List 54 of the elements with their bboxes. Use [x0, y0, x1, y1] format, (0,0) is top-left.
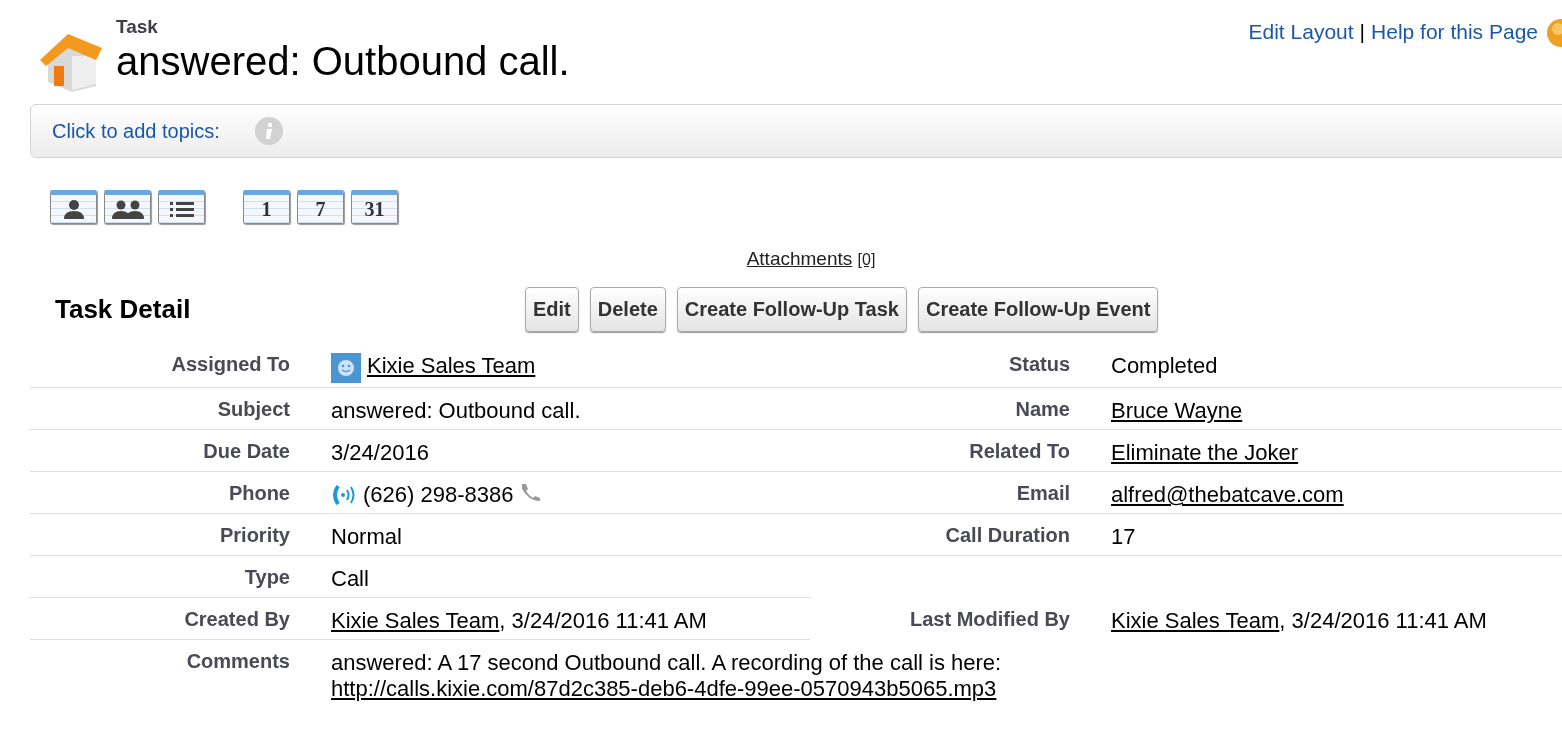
calendar-view-button[interactable]: 1 — [243, 190, 290, 224]
record-link[interactable]: Kixie Sales Team — [331, 608, 500, 633]
record-link[interactable]: alfred@thebatcave.com — [1111, 482, 1344, 508]
field-value: 3/24/2016 — [331, 440, 429, 466]
people-view-button[interactable] — [104, 190, 151, 224]
field-value: Call — [331, 566, 369, 592]
action-button[interactable]: Create Follow-Up Event — [917, 286, 1159, 332]
field-label: Status — [1007, 352, 1070, 377]
field-label: Assigned To — [170, 352, 290, 377]
field-value: Kixie Sales Team, 3/24/2016 11:41 AM — [1111, 608, 1487, 634]
person-view-button[interactable] — [50, 190, 97, 224]
field-value: answered: A 17 second Outbound call. A recording of the call is here: http://calls.kixie.com/87d2c385-deb6-4dfe-99ee-0570943b5065.mp3 — [331, 650, 1002, 701]
call-signal-icon[interactable] — [331, 482, 357, 508]
page-title: answered: Outbound call. — [116, 38, 570, 84]
field-label: Call Duration — [944, 523, 1070, 548]
attachments-link[interactable]: Attachments — [746, 248, 853, 269]
user-link[interactable]: Kixie Sales Team — [367, 353, 536, 379]
field-label: Created By — [183, 607, 290, 632]
calendar-view-button[interactable]: 31 — [351, 190, 398, 224]
calendar-view-button[interactable]: 7 — [297, 190, 344, 224]
field-value: Normal — [331, 524, 402, 550]
field-label: Priority — [218, 523, 290, 548]
two-people-icon — [110, 199, 145, 219]
record-link[interactable]: Eliminate the Joker — [1111, 440, 1299, 466]
field-label: Last Modified By — [909, 607, 1070, 632]
edit-layout-link[interactable]: Edit Layout — [1248, 20, 1354, 44]
field-label: Type — [243, 565, 290, 590]
field-value: Completed — [1111, 353, 1218, 379]
field-value: answered: Outbound call. — [331, 398, 581, 424]
field-label: Comments — [185, 649, 290, 674]
record-link[interactable]: Kixie Sales Team — [1111, 608, 1280, 633]
field-label: Name — [1014, 397, 1070, 422]
add-topics-link[interactable]: Click to add topics: — [52, 119, 220, 143]
action-button[interactable]: Create Follow-Up Task — [676, 286, 907, 332]
attachments-count-link[interactable]: [0] — [857, 248, 876, 269]
field-label: Due Date — [202, 439, 290, 464]
record-link[interactable]: http://calls.kixie.com/87d2c385-deb6-4dfe-99ee-0570943b5065.mp3 — [331, 676, 997, 701]
phone-icon[interactable] — [519, 482, 542, 502]
field-value: (626) 298-8386 — [363, 482, 514, 508]
list-view-button[interactable] — [158, 190, 205, 224]
action-button[interactable]: Edit — [525, 286, 579, 332]
field-label: Related To — [968, 439, 1070, 464]
field-label: Subject — [216, 397, 290, 422]
field-value: 17 — [1111, 524, 1136, 550]
field-label: Email — [1015, 481, 1070, 506]
record-type-label: Task — [116, 16, 159, 38]
section-title: Task Detail — [55, 293, 192, 325]
help-link[interactable]: Help for this Page — [1371, 20, 1538, 44]
record-link[interactable]: Bruce Wayne — [1111, 398, 1243, 424]
field-label: Phone — [227, 481, 290, 506]
action-button[interactable]: Delete — [589, 286, 666, 332]
field-value: Kixie Sales Team, 3/24/2016 11:41 AM — [331, 608, 707, 634]
link-separator: | — [1359, 20, 1366, 44]
user-avatar-icon — [331, 353, 361, 383]
